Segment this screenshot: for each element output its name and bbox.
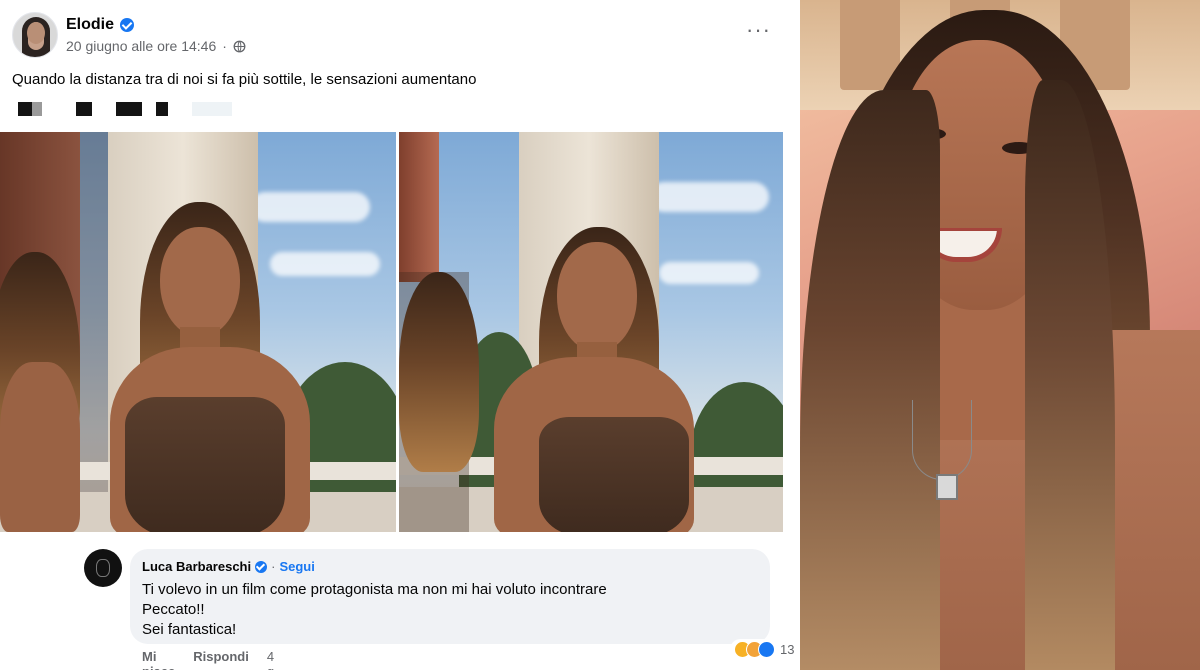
post-caption: Quando la distanza tra di noi si fa più …: [12, 71, 477, 88]
emoji-2: [76, 102, 92, 116]
author-block: Elodie 20 giugno alle ore 14:46 ·: [66, 14, 246, 56]
comment-line-3: Sei fantastica!: [142, 621, 237, 638]
comment-reactions[interactable]: 13: [730, 639, 799, 660]
author-name[interactable]: Elodie: [66, 16, 114, 34]
comment-line-1: Ti volevo in un film come protagonista m…: [142, 581, 607, 598]
post-timestamp[interactable]: 20 giugno alle ore 14:46: [66, 38, 216, 54]
commenter-name[interactable]: Luca Barbareschi: [142, 559, 251, 574]
post-photo-2[interactable]: [399, 132, 783, 532]
post-header: Elodie 20 giugno alle ore 14:46 ·: [12, 12, 246, 58]
follow-button[interactable]: Segui: [279, 559, 314, 574]
more-options-icon[interactable]: ···: [746, 19, 771, 41]
comment-age[interactable]: 4 g: [267, 649, 274, 670]
post-photos: [0, 132, 783, 532]
author-avatar[interactable]: [12, 12, 58, 58]
emoji-1: [18, 102, 32, 116]
globe-icon: [233, 40, 246, 52]
like-comment-button[interactable]: Mi piace: [142, 649, 175, 670]
emoji-5: [192, 102, 232, 116]
like-icon: [758, 641, 775, 658]
necklace-pendant: [936, 474, 958, 500]
comment-separator: ·: [271, 559, 276, 574]
emoji-4: [156, 102, 168, 116]
commenter-verified-icon: [255, 560, 268, 573]
comment-bubble: Luca Barbareschi · Segui Ti volevo in un…: [130, 549, 799, 660]
post-photo-1[interactable]: [0, 132, 396, 532]
selfie-photo: [800, 0, 1200, 670]
facebook-post: Elodie 20 giugno alle ore 14:46 · ··· Qu…: [0, 0, 799, 670]
emoji-3: [116, 102, 142, 116]
commenter-avatar[interactable]: [84, 549, 122, 587]
comment-line-2: Peccato!!: [142, 601, 205, 618]
emoji-1b: [32, 102, 42, 116]
reply-comment-button[interactable]: Rispondi: [193, 649, 249, 670]
meta-separator: ·: [222, 38, 227, 54]
censored-emoji-row: [18, 102, 246, 116]
verified-icon: [120, 18, 135, 32]
comment-actions: Mi piace Rispondi 4 g: [142, 649, 292, 670]
reaction-count: 13: [780, 642, 795, 657]
